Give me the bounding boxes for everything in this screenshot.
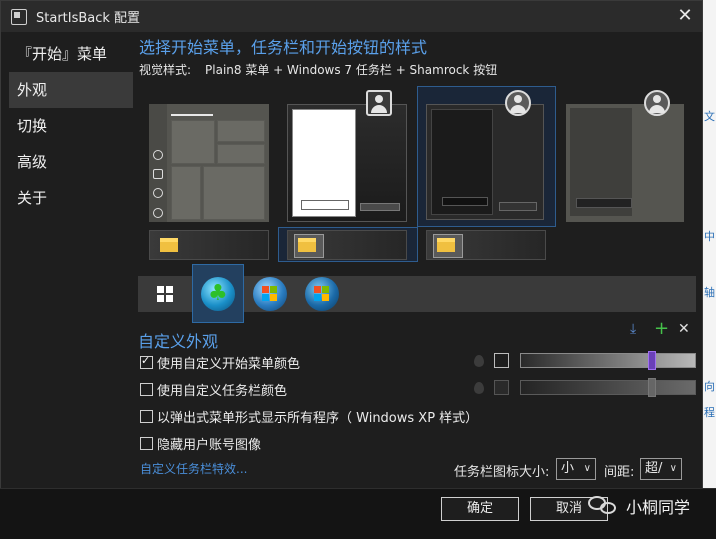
option-label: 隐藏用户账号图像	[157, 438, 262, 453]
spacing-select[interactable]: 超/ ∨	[640, 458, 682, 480]
bg-glyph: 程	[704, 406, 715, 419]
chevron-down-icon: ∨	[583, 463, 591, 474]
folder-icon	[298, 238, 316, 252]
bg-glyph: 轴	[704, 286, 715, 299]
windows7-orb-icon[interactable]	[253, 277, 287, 311]
watermark: 小桐同学	[588, 494, 690, 518]
tile-square	[171, 120, 215, 164]
arrow-down-icon[interactable]: ⤓	[630, 321, 636, 337]
chevron-down-icon: ∨	[669, 463, 677, 474]
bg-glyph: 文	[704, 110, 715, 123]
user-avatar-icon	[505, 90, 531, 116]
checkbox[interactable]	[140, 410, 153, 423]
sidebar: 『开始』菜单 外观 切换 高级 关于	[9, 36, 133, 216]
shutdown-button-preview	[360, 203, 400, 211]
checkbox[interactable]	[140, 354, 153, 369]
chat-bubble-icon	[588, 494, 618, 518]
user-avatar-icon	[644, 90, 670, 116]
watermark-text: 小桐同学	[626, 498, 691, 517]
option-label: 使用自定义开始菜单颜色	[157, 357, 301, 372]
checkbox[interactable]	[140, 383, 153, 396]
spacing-label: 间距:	[604, 465, 635, 480]
visual-style-value: Plain8 菜单 + Windows 7 任务栏 + Shamrock 按钮	[205, 63, 498, 77]
option-hide-user-picture[interactable]: 隐藏用户账号图像	[140, 434, 261, 453]
user-icon	[153, 150, 163, 160]
tile-bar	[171, 114, 213, 116]
sidebar-item-switch[interactable]: 切换	[9, 108, 133, 144]
x-icon[interactable]: ✕	[678, 321, 690, 337]
tile-strip	[149, 104, 167, 222]
customize-taskbar-effects-link[interactable]: 自定义任务栏特效...	[140, 460, 247, 477]
slider-thumb[interactable]	[648, 351, 656, 370]
folder-icon	[160, 238, 178, 252]
menu-panel	[570, 108, 632, 216]
taskbar-style-2[interactable]	[287, 230, 407, 260]
taskbar-color-slider	[520, 378, 696, 397]
search-box	[442, 197, 488, 206]
customize-heading: 自定义外观	[138, 332, 219, 351]
option-custom-start-color[interactable]: 使用自定义开始菜单颜色	[140, 353, 300, 372]
eyedropper-icon[interactable]	[474, 355, 484, 367]
search-box	[576, 198, 632, 208]
sidebar-item-about[interactable]: 关于	[9, 180, 133, 216]
page-title: 选择开始菜单，任务栏和开始按钮的样式	[139, 38, 428, 57]
option-custom-taskbar-color[interactable]: 使用自定义任务栏颜色	[140, 380, 287, 399]
slider-thumb	[648, 378, 656, 397]
menu-panel	[431, 109, 493, 215]
main-panel: 选择开始菜单，任务栏和开始按钮的样式 视觉样式: Plain8 菜单 + Wind…	[139, 36, 699, 81]
start-menu-style-windows10-plain[interactable]	[566, 104, 684, 222]
icon-size-select[interactable]: 小 ∨	[556, 458, 596, 480]
tile-square	[217, 120, 265, 142]
start-menu-style-windows7[interactable]	[287, 104, 407, 222]
sidebar-item-start-menu[interactable]: 『开始』菜单	[9, 36, 133, 72]
search-box	[301, 200, 349, 210]
spacing-value: 超/	[645, 461, 663, 476]
config-window: StartIsBack 配置 ✕ 『开始』菜单 外观 切换 高级 关于 选择开始…	[0, 0, 703, 539]
shutdown-button-preview	[499, 202, 537, 211]
bg-glyph: 中	[704, 230, 715, 243]
user-avatar-icon	[366, 90, 392, 116]
taskbar-color-swatch	[494, 380, 509, 395]
option-xp-style-programs[interactable]: 以弹出式菜单形式显示所有程序（ Windows XP 样式）	[140, 407, 478, 426]
sidebar-item-appearance[interactable]: 外观	[9, 72, 133, 108]
shamrock-orb-icon[interactable]: ♣	[201, 277, 235, 311]
sidebar-item-advanced[interactable]: 高级	[9, 144, 133, 180]
taskbar-style-1[interactable]	[149, 230, 269, 260]
start-color-slider[interactable]	[520, 351, 696, 370]
windows-logo-icon[interactable]	[157, 286, 174, 303]
icon-size-label: 任务栏图标大小:	[454, 465, 550, 480]
option-label: 以弹出式菜单形式显示所有程序（ Windows XP 样式）	[157, 411, 479, 426]
app-icon	[11, 8, 27, 25]
tile-square	[203, 166, 265, 220]
windows8-orb-icon[interactable]	[305, 277, 339, 311]
documents-icon	[153, 169, 163, 179]
eyedropper-icon	[474, 382, 484, 394]
tile-square	[217, 144, 265, 164]
tile-square	[171, 166, 201, 220]
start-color-swatch[interactable]	[494, 353, 509, 368]
visual-style-line: 视觉样式: Plain8 菜单 + Windows 7 任务栏 + Shamroc…	[139, 61, 699, 81]
plus-icon[interactable]: +	[654, 318, 669, 339]
checkbox[interactable]	[140, 437, 153, 450]
power-icon	[153, 208, 163, 218]
taskbar-style-3[interactable]	[426, 230, 546, 260]
gear-icon	[153, 188, 163, 198]
visual-style-label: 视觉样式:	[139, 63, 192, 77]
option-label: 使用自定义任务栏颜色	[157, 384, 288, 399]
icon-size-value: 小	[561, 461, 575, 476]
start-menu-style-windows10[interactable]	[149, 104, 269, 222]
menu-panel	[292, 109, 356, 217]
ok-button[interactable]: 确定	[441, 497, 519, 521]
start-menu-style-plain8[interactable]	[426, 104, 544, 220]
close-icon[interactable]: ✕	[674, 5, 696, 27]
bg-glyph: 向	[704, 380, 715, 393]
folder-icon	[437, 238, 455, 252]
window-title: StartIsBack 配置	[36, 11, 141, 26]
title-bar[interactable]: StartIsBack 配置 ✕	[1, 1, 702, 32]
